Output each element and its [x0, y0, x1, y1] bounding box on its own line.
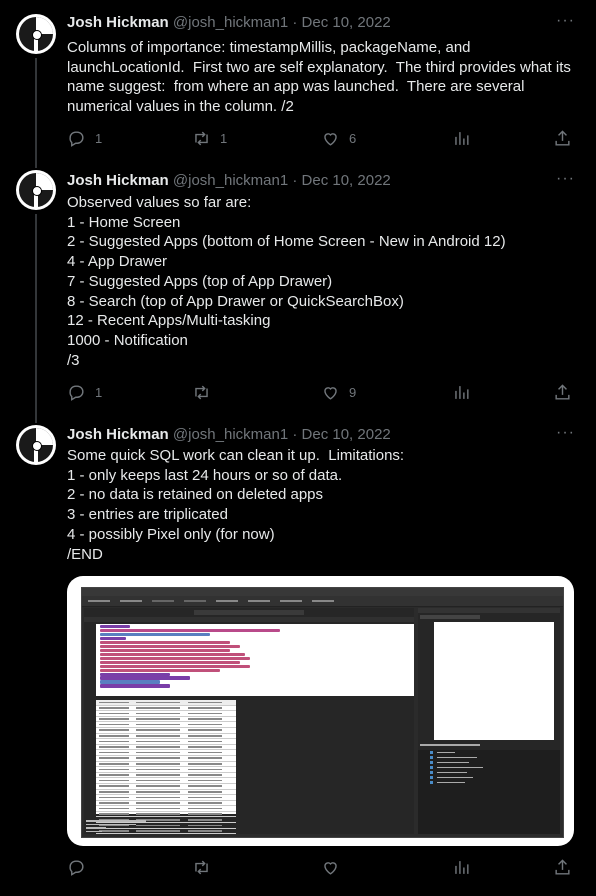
views-icon — [455, 131, 469, 145]
edit-cell-panel — [418, 608, 560, 834]
share-icon — [555, 383, 570, 400]
share-icon — [555, 129, 570, 146]
tweet-date[interactable]: Dec 10, 2022 — [302, 426, 391, 443]
share-button[interactable] — [553, 382, 572, 402]
author-handle[interactable]: @josh_hickman1 — [173, 426, 288, 443]
tweet-date[interactable]: Dec 10, 2022 — [302, 14, 391, 31]
tweet-header: Josh Hickman @josh_hickman1 · Dec 10, 20… — [67, 426, 391, 443]
more-dots-icon[interactable]: ··· — [556, 12, 575, 30]
share-button[interactable] — [553, 128, 572, 148]
retweet-button[interactable] — [192, 857, 220, 877]
tweet-header: Josh Hickman @josh_hickman1 · Dec 10, 20… — [67, 172, 391, 189]
avatar[interactable] — [16, 170, 56, 210]
like-count: 6 — [349, 130, 357, 146]
status-area — [86, 818, 166, 833]
views-button[interactable] — [452, 128, 471, 148]
like-button[interactable] — [321, 857, 349, 877]
tweet-text: Columns of importance: timestampMillis, … — [67, 39, 576, 116]
retweet-button[interactable] — [192, 382, 220, 402]
views-icon — [455, 385, 469, 399]
db-schema-panel — [418, 750, 560, 834]
tweet-text: Observed values so far are: 1 - Home Scr… — [67, 194, 506, 369]
reply-icon — [69, 130, 84, 147]
author-name[interactable]: Josh Hickman — [67, 172, 169, 189]
tweet-header: Josh Hickman @josh_hickman1 · Dec 10, 20… — [67, 14, 391, 31]
like-button[interactable]: 9 — [321, 382, 356, 402]
like-count: 9 — [349, 384, 357, 400]
window-toolbar — [82, 596, 563, 607]
reply-count: 1 — [95, 384, 103, 400]
views-icon — [455, 860, 469, 874]
retweet-count: 1 — [220, 130, 228, 146]
window-titlebar — [82, 588, 563, 596]
share-icon — [555, 858, 570, 875]
action-bar — [67, 857, 577, 877]
retweet-icon — [195, 131, 208, 145]
action-bar: 1 1 6 — [67, 128, 577, 148]
separator: · — [292, 14, 298, 31]
retweet-button[interactable]: 1 — [192, 128, 227, 148]
avatar[interactable] — [16, 14, 56, 54]
db-browser-window — [81, 587, 564, 838]
like-icon — [324, 386, 337, 400]
thread-line — [35, 415, 37, 423]
results-grid — [96, 700, 236, 835]
reply-button[interactable]: 1 — [67, 128, 102, 148]
views-button[interactable] — [452, 382, 471, 402]
thread-line — [35, 160, 37, 168]
thread-line — [35, 214, 37, 415]
author-handle[interactable]: @josh_hickman1 — [173, 172, 288, 189]
edit-cell-area — [434, 622, 554, 740]
reply-icon — [69, 859, 84, 876]
views-button[interactable] — [452, 857, 471, 877]
thread-line — [35, 58, 37, 160]
avatar[interactable] — [16, 425, 56, 465]
reply-button[interactable] — [67, 857, 95, 877]
tweet-1[interactable]: Josh Hickman @josh_hickman1 · Dec 10, 20… — [0, 0, 596, 160]
retweet-icon — [195, 860, 208, 874]
sql-editor — [96, 624, 414, 696]
action-bar: 1 9 — [67, 382, 577, 402]
tweet-text: Some quick SQL work can clean it up. Lim… — [67, 447, 405, 563]
more-dots-icon[interactable]: ··· — [556, 424, 575, 442]
author-handle[interactable]: @josh_hickman1 — [173, 14, 288, 31]
share-button[interactable] — [553, 857, 572, 877]
sql-panel — [84, 608, 414, 835]
author-name[interactable]: Josh Hickman — [67, 14, 169, 31]
attached-screenshot[interactable] — [67, 576, 574, 846]
tweet-date[interactable]: Dec 10, 2022 — [302, 172, 391, 189]
retweet-icon — [195, 385, 208, 399]
like-icon — [324, 132, 337, 146]
like-icon — [324, 861, 337, 875]
separator: · — [292, 172, 298, 189]
tweet-3[interactable]: Josh Hickman @josh_hickman1 · Dec 10, 20… — [0, 415, 596, 896]
author-name[interactable]: Josh Hickman — [67, 426, 169, 443]
reply-button[interactable]: 1 — [67, 382, 102, 402]
separator: · — [292, 426, 298, 443]
reply-icon — [69, 384, 84, 401]
more-dots-icon[interactable]: ··· — [556, 170, 575, 188]
tweet-2[interactable]: Josh Hickman @josh_hickman1 · Dec 10, 20… — [0, 160, 596, 415]
reply-count: 1 — [95, 130, 103, 146]
like-button[interactable]: 6 — [321, 128, 356, 148]
